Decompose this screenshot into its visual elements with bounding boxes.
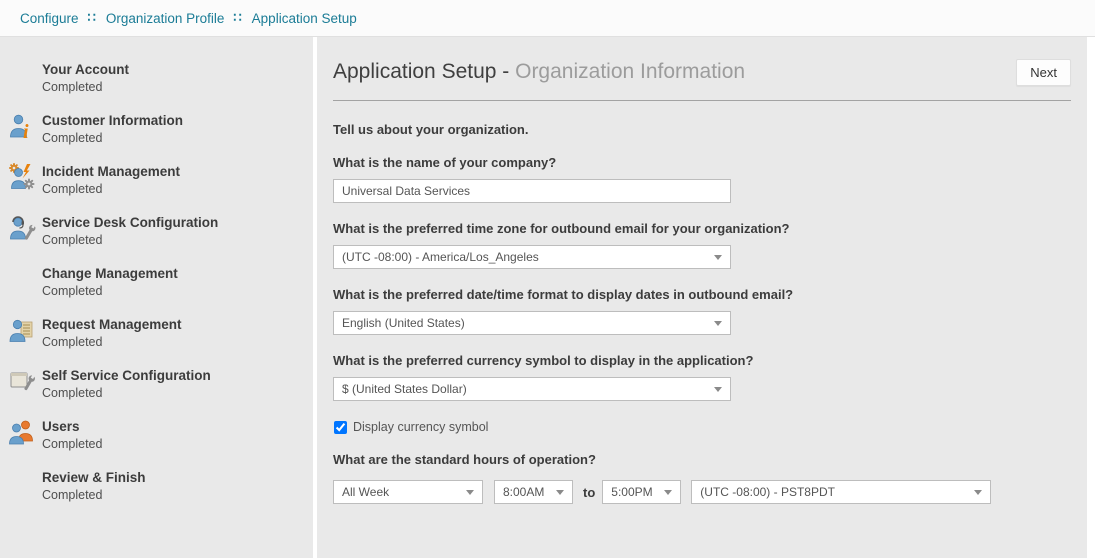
request-management-icon xyxy=(8,316,36,344)
timezone-selected-value: (UTC -08:00) - America/Los_Angeles xyxy=(342,250,539,264)
chevron-down-icon xyxy=(714,387,722,392)
sidebar-step-request-management[interactable]: Request Management Completed xyxy=(0,316,313,352)
company-name-question: What is the name of your company? xyxy=(333,155,1071,170)
datetime-format-selected-value: English (United States) xyxy=(342,316,465,330)
timezone-select[interactable]: (UTC -08:00) - America/Los_Angeles xyxy=(333,245,731,269)
chevron-down-icon xyxy=(556,490,564,495)
users-icon xyxy=(8,418,36,446)
datetime-format-select[interactable]: English (United States) xyxy=(333,311,731,335)
content-area: Your Account Completed i Customer Inform… xyxy=(0,37,1095,558)
currency-selected-value: $ (United States Dollar) xyxy=(342,382,467,396)
sidebar-step-self-service-configuration[interactable]: Self Service Configuration Completed xyxy=(0,367,313,403)
breadcrumb: Configure ∷ Organization Profile ∷ Appli… xyxy=(0,0,1095,37)
breadcrumb-organization-profile[interactable]: Organization Profile xyxy=(106,11,225,26)
sidebar-step-incident-management[interactable]: Incident Management Completed xyxy=(0,163,313,199)
incident-management-icon xyxy=(8,163,36,191)
timezone-question: What is the preferred time zone for outb… xyxy=(333,221,1071,236)
hours-end-selected-value: 5:00PM xyxy=(611,485,652,499)
right-gutter xyxy=(1087,37,1095,558)
breadcrumb-separator-icon: ∷ xyxy=(88,10,97,26)
self-service-configuration-icon xyxy=(8,367,36,395)
hours-timezone-select[interactable]: (UTC -08:00) - PST8PDT xyxy=(691,480,991,504)
step-label: Service Desk Configuration xyxy=(42,214,313,231)
application-setup-panel: Application Setup - Organization Informa… xyxy=(317,37,1087,558)
step-label: Review & Finish xyxy=(42,469,313,486)
step-label: Self Service Configuration xyxy=(42,367,313,384)
breadcrumb-configure[interactable]: Configure xyxy=(20,11,79,26)
step-label: Incident Management xyxy=(42,163,313,180)
sidebar-step-users[interactable]: Users Completed xyxy=(0,418,313,454)
chevron-down-icon xyxy=(664,490,672,495)
step-label: Customer Information xyxy=(42,112,313,129)
company-name-input[interactable] xyxy=(333,179,731,203)
sidebar-step-customer-information[interactable]: i Customer Information Completed xyxy=(0,112,313,148)
sidebar-step-review-finish[interactable]: Review & Finish Completed xyxy=(0,469,313,505)
page-title: Application Setup - Organization Informa… xyxy=(333,59,745,85)
currency-select[interactable]: $ (United States Dollar) xyxy=(333,377,731,401)
chevron-down-icon xyxy=(974,490,982,495)
display-currency-label: Display currency symbol xyxy=(353,420,488,434)
chevron-down-icon xyxy=(714,321,722,326)
step-label: Change Management xyxy=(42,265,313,282)
hours-start-select[interactable]: 8:00AM xyxy=(494,480,573,504)
hours-start-selected-value: 8:00AM xyxy=(503,485,544,499)
panel-header: Application Setup - Organization Informa… xyxy=(333,37,1071,86)
step-status: Completed xyxy=(42,486,313,505)
hours-row: All Week 8:00AM to 5:00PM (UTC -08:00) -… xyxy=(333,480,1071,504)
sidebar-step-service-desk-configuration[interactable]: Service Desk Configuration Completed xyxy=(0,214,313,250)
breadcrumb-separator-icon: ∷ xyxy=(233,10,242,26)
step-status: Completed xyxy=(42,384,313,403)
breadcrumb-application-setup[interactable]: Application Setup xyxy=(252,11,357,26)
hours-days-selected-value: All Week xyxy=(342,485,389,499)
chevron-down-icon xyxy=(714,255,722,260)
next-button[interactable]: Next xyxy=(1016,59,1071,86)
step-status: Completed xyxy=(42,180,313,199)
page-title-primary: Application Setup - xyxy=(333,60,515,83)
step-label: Users xyxy=(42,418,313,435)
hours-timezone-selected-value: (UTC -08:00) - PST8PDT xyxy=(700,485,835,499)
step-status: Completed xyxy=(42,333,313,352)
customer-information-icon: i xyxy=(8,112,36,140)
currency-question: What is the preferred currency symbol to… xyxy=(333,353,1071,368)
sidebar-step-your-account[interactable]: Your Account Completed xyxy=(0,61,313,97)
hours-days-select[interactable]: All Week xyxy=(333,480,483,504)
setup-steps-sidebar: Your Account Completed i Customer Inform… xyxy=(0,37,313,558)
hours-question: What are the standard hours of operation… xyxy=(333,452,1071,467)
step-status: Completed xyxy=(42,435,313,454)
header-divider xyxy=(333,100,1071,101)
intro-text: Tell us about your organization. xyxy=(333,122,1071,137)
sidebar-step-change-management[interactable]: Change Management Completed xyxy=(0,265,313,301)
step-label: Your Account xyxy=(42,61,313,78)
step-label: Request Management xyxy=(42,316,313,333)
display-currency-row[interactable]: Display currency symbol xyxy=(333,420,1071,434)
service-desk-configuration-icon xyxy=(8,214,36,242)
svg-text:i: i xyxy=(23,121,29,140)
page-title-secondary: Organization Information xyxy=(515,60,745,83)
hours-end-select[interactable]: 5:00PM xyxy=(602,480,681,504)
step-status: Completed xyxy=(42,231,313,250)
step-status: Completed xyxy=(42,282,313,301)
display-currency-checkbox[interactable] xyxy=(334,421,347,434)
chevron-down-icon xyxy=(466,490,474,495)
datetime-format-question: What is the preferred date/time format t… xyxy=(333,287,1071,302)
step-status: Completed xyxy=(42,129,313,148)
step-status: Completed xyxy=(42,78,313,97)
hours-to-label: to xyxy=(583,485,595,500)
